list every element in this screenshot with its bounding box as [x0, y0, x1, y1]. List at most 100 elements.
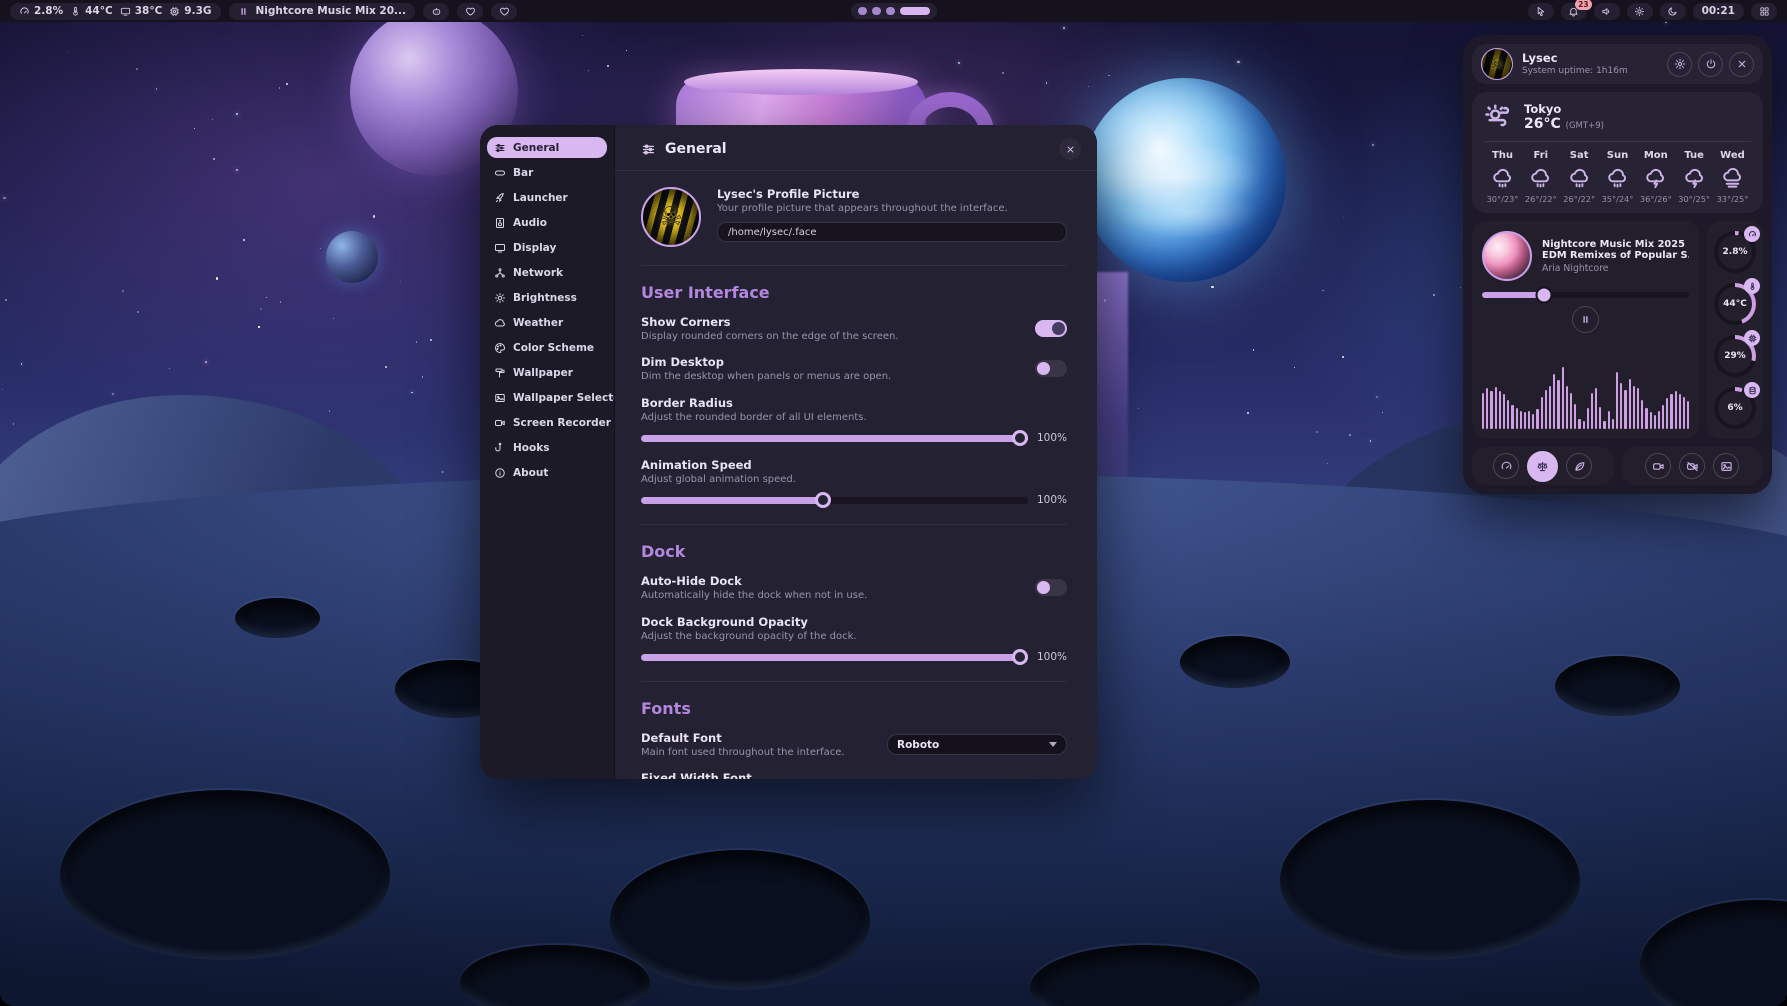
user-name: Lysec [1522, 52, 1628, 66]
star [1372, 144, 1374, 146]
notification-badge: 23 [1575, 0, 1591, 10]
viz-bar [1499, 391, 1501, 429]
power-button[interactable] [1698, 52, 1723, 77]
star [1342, 356, 1344, 358]
favorite-button[interactable] [457, 3, 483, 20]
star [1370, 440, 1372, 442]
clock-pill[interactable]: 00:21 [1693, 3, 1744, 20]
dim-desktop-toggle[interactable] [1035, 360, 1067, 377]
temp-stat: 44°C [70, 5, 113, 17]
weather-card: Tokyo 26°C (GMT+9) Thu30°/23° Fri26°/22°… [1472, 92, 1763, 213]
star [205, 361, 207, 363]
setting-row-auto-hide-dock: Auto-Hide Dock Automatically hide the do… [641, 574, 1067, 601]
sidebar-item-weather[interactable]: Weather [487, 312, 607, 333]
crater [610, 850, 870, 990]
sidebar-item-bar[interactable]: Bar [487, 162, 607, 183]
overview-button[interactable] [1751, 3, 1777, 20]
section-title-user-interface: User Interface [641, 283, 1067, 302]
media-title: Nightcore Music Mix 2025 [1542, 239, 1685, 250]
notifications-button[interactable]: 23 [1561, 3, 1587, 20]
viz-bar [1683, 397, 1685, 429]
palette-icon [494, 342, 506, 354]
power-saver-profile-button[interactable] [1566, 453, 1592, 479]
star [1343, 217, 1344, 218]
settings-button[interactable] [1667, 52, 1692, 77]
star [607, 65, 609, 67]
slider-knob[interactable] [1012, 430, 1028, 446]
sidebar-item-audio[interactable]: Audio [487, 212, 607, 233]
performance-profile-button[interactable] [1493, 453, 1519, 479]
night-light-button[interactable] [1660, 3, 1686, 20]
show-corners-toggle[interactable] [1035, 320, 1067, 337]
sidebar-item-color-scheme[interactable]: Color Scheme [487, 337, 607, 358]
sidebar-item-general[interactable]: General [487, 137, 607, 158]
wallpaper-selector-button[interactable] [1713, 453, 1739, 479]
balanced-profile-button[interactable] [1527, 451, 1558, 482]
favorite-button-2[interactable] [491, 3, 517, 20]
forecast-day: Fri26°/22° [1522, 150, 1559, 204]
power-profile-group [1472, 447, 1614, 485]
profile-title: Lysec's Profile Picture [717, 187, 1067, 201]
cloud-fog-icon [1721, 166, 1744, 189]
workspace-dot[interactable] [872, 7, 881, 15]
star [1253, 349, 1254, 350]
auto-hide-dock-toggle[interactable] [1035, 579, 1067, 596]
chevron-down-icon [1049, 742, 1057, 747]
media-pill[interactable]: Nightcore Music Mix 20... [229, 3, 416, 20]
pause-icon [238, 6, 249, 17]
sidebar-item-network[interactable]: Network [487, 262, 607, 283]
sidebar-item-hooks[interactable]: Hooks [487, 437, 607, 458]
tray-pill[interactable] [1528, 3, 1554, 20]
viz-bar [1687, 401, 1689, 429]
viz-bar [1645, 408, 1647, 429]
sidebar-item-wallpaper-selector[interactable]: Wallpaper Selector [487, 387, 607, 408]
bot-icon [431, 6, 442, 17]
sidebar-item-display[interactable]: Display [487, 237, 607, 258]
border-radius-slider[interactable] [641, 435, 1028, 442]
gear-icon [1674, 58, 1686, 70]
pause-button[interactable] [1572, 306, 1599, 333]
volume-button[interactable] [1594, 3, 1620, 20]
crater [235, 598, 320, 638]
gauge-icon [19, 6, 30, 17]
workspace-dot[interactable] [900, 7, 930, 15]
cloud-bolt-icon [1644, 166, 1667, 189]
star [1046, 82, 1047, 83]
screen-record-off-button[interactable] [1679, 453, 1705, 479]
sidebar-item-wallpaper[interactable]: Wallpaper [487, 362, 607, 383]
sun-icon [1634, 6, 1645, 17]
sidebar-item-launcher[interactable]: Launcher [487, 187, 607, 208]
star [236, 113, 238, 115]
workspace-dot[interactable] [886, 7, 895, 15]
viz-bar [1562, 367, 1564, 429]
star [1460, 287, 1461, 288]
workspace-indicator[interactable] [851, 3, 937, 19]
clock-label: 00:21 [1702, 5, 1735, 17]
animation-speed-slider[interactable] [641, 497, 1028, 504]
star [112, 393, 114, 395]
small-planet [326, 231, 378, 283]
assistant-button[interactable] [423, 3, 449, 20]
star [411, 392, 413, 394]
sidebar-item-screen-recorder[interactable]: Screen Recorder [487, 412, 607, 433]
brightness-button[interactable] [1627, 3, 1653, 20]
screen-record-button[interactable] [1645, 453, 1671, 479]
system-stats-pill[interactable]: 2.8% 44°C 38°C 9.3G [10, 3, 221, 20]
star [236, 169, 238, 171]
media-progress-slider[interactable] [1482, 292, 1689, 298]
forecast-day: Sat26°/22° [1561, 150, 1598, 204]
sidebar-item-about[interactable]: About [487, 462, 607, 483]
star [279, 87, 280, 88]
profile-path-input[interactable] [717, 222, 1067, 242]
workspace-dot[interactable] [858, 7, 867, 15]
progress-knob[interactable] [1536, 287, 1553, 304]
settings-scroll-area[interactable]: ☠ Lysec's Profile Picture Your profile p… [615, 171, 1097, 779]
close-panel-button[interactable] [1729, 52, 1754, 77]
slider-knob[interactable] [1012, 649, 1028, 665]
dock-opacity-slider[interactable] [641, 654, 1028, 661]
avatar: ☠ [641, 187, 701, 247]
slider-knob[interactable] [815, 492, 831, 508]
default-font-dropdown[interactable]: Roboto [887, 734, 1067, 755]
sidebar-item-brightness[interactable]: Brightness [487, 287, 607, 308]
close-button[interactable] [1059, 138, 1081, 160]
